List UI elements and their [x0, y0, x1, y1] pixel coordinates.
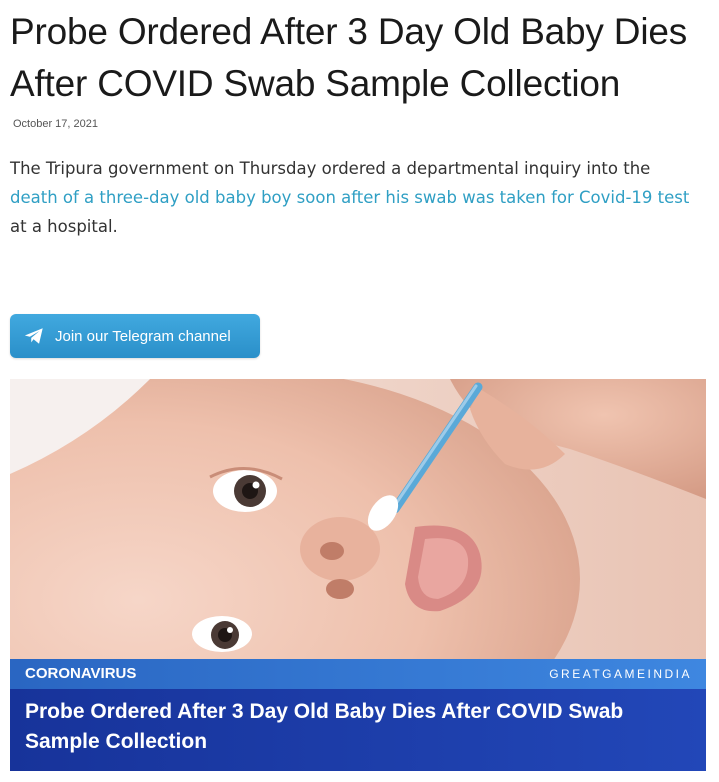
image-banner-top: CORONAVIRUS GREATGAMEINDIA: [10, 659, 706, 689]
article-lead-paragraph: The Tripura government on Thursday order…: [10, 154, 690, 241]
lead-text-before-link: The Tripura government on Thursday order…: [10, 159, 651, 178]
paper-plane-icon: [23, 325, 45, 347]
brand-watermark: GREATGAMEINDIA: [549, 667, 692, 681]
category-label: CORONAVIRUS: [25, 665, 137, 682]
article: Probe Ordered After 3 Day Old Baby Dies …: [10, 0, 710, 771]
image-banner-bottom: Probe Ordered After 3 Day Old Baby Dies …: [10, 689, 706, 771]
hero-image[interactable]: CORONAVIRUS GREATGAMEINDIA Probe Ordered…: [10, 379, 706, 771]
baby-swab-photo: [10, 379, 706, 659]
image-caption-title: Probe Ordered After 3 Day Old Baby Dies …: [25, 700, 624, 753]
lead-story-link[interactable]: death of a three-day old baby boy soon a…: [10, 188, 689, 207]
join-telegram-button[interactable]: Join our Telegram channel: [10, 314, 260, 358]
lead-text-after-link: at a hospital.: [10, 217, 118, 236]
article-date: October 17, 2021: [13, 118, 99, 130]
telegram-button-label: Join our Telegram channel: [55, 327, 231, 345]
article-headline: Probe Ordered After 3 Day Old Baby Dies …: [10, 11, 688, 104]
